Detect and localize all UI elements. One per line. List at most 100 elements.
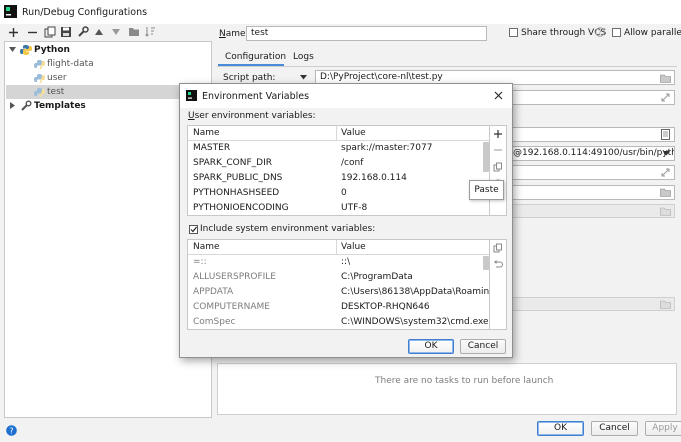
table-row[interactable]: COMPUTERNAME DESKTOP-RHQN646 [188, 300, 489, 315]
add-icon[interactable] [493, 129, 503, 139]
empty-tasks-text: There are no tasks to run before launch [375, 376, 554, 386]
var-value: 192.168.0.114 [341, 173, 407, 183]
var-value: UTF-8 [341, 203, 368, 213]
user-vars-label: User environment variables: [188, 111, 316, 121]
dialog-cancel-button[interactable]: Cancel [460, 339, 506, 354]
window-title-bar: Run/Debug Configurations [0, 0, 681, 24]
chevron-right-icon[interactable] [10, 102, 16, 109]
table-header: Name Value [188, 126, 489, 141]
save-icon[interactable] [60, 26, 72, 38]
folder-icon[interactable] [128, 26, 140, 37]
column-header-name: Name [193, 242, 220, 252]
var-name: =:: [193, 257, 207, 267]
allow-parallel-checkbox[interactable] [612, 28, 621, 37]
table-row[interactable]: APPDATA C:\Users\86138\AppData\Roaming [188, 285, 489, 300]
allow-parallel-label: Allow parallel r [624, 28, 681, 38]
var-name: SPARK_CONF_DIR [193, 158, 272, 168]
dialog-title: Environment Variables [202, 91, 310, 102]
chevron-down-icon[interactable] [9, 47, 16, 53]
tab-divider [217, 66, 677, 67]
table-row[interactable]: ComSpec C:\WINDOWS\system32\cmd.exe [188, 315, 489, 329]
copy-icon[interactable] [44, 26, 56, 38]
check-icon [190, 226, 197, 233]
column-divider [336, 240, 337, 255]
var-value: C:\Users\86138\AppData\Roaming [341, 287, 490, 297]
dialog-ok-button[interactable]: OK [408, 339, 454, 354]
tree-toolbar [0, 24, 215, 41]
cancel-button[interactable]: Cancel [591, 421, 638, 436]
python-file-icon [34, 60, 45, 69]
table-row[interactable]: MASTER spark://master:7077 [188, 141, 489, 156]
var-name: SPARK_PUBLIC_DNS [193, 173, 283, 183]
remove-icon[interactable] [493, 145, 503, 155]
system-vars-table[interactable]: Name Value =::::\ ALLUSERSPROFILE C:\Prog… [187, 239, 490, 330]
column-header-value: Value [341, 242, 366, 252]
svg-text:?: ? [9, 427, 13, 436]
table-row[interactable]: PYTHONHASHSEED 0 [188, 186, 489, 201]
scrollbar[interactable] [483, 142, 489, 172]
expand-icon[interactable] [661, 93, 670, 102]
table-row[interactable]: =::::\ [188, 255, 489, 270]
var-name: ALLUSERSPROFILE [193, 272, 276, 282]
var-value: 0 [341, 188, 347, 198]
remove-icon[interactable] [27, 27, 38, 38]
table-row[interactable]: ALLUSERSPROFILE C:\ProgramData [188, 270, 489, 285]
chevron-down-icon[interactable] [663, 151, 670, 156]
tab-logs[interactable]: Logs [293, 52, 314, 62]
apply-button[interactable]: Apply [645, 421, 681, 436]
table-row[interactable]: SPARK_CONF_DIR/conf [188, 156, 489, 171]
chevron-down-icon[interactable] [300, 75, 307, 80]
column-divider [336, 126, 337, 141]
undo-icon[interactable] [493, 259, 503, 269]
user-vars-table[interactable]: Name Value MASTER spark://master:7077 SPA… [187, 125, 490, 216]
help-icon[interactable]: ? [595, 27, 605, 37]
share-vcs-checkbox[interactable] [509, 28, 518, 37]
environment-variables-dialog: Environment Variables User environment v… [179, 83, 513, 358]
table-row[interactable]: SPARK_PUBLIC_DNS 192.168.0.114 [188, 171, 489, 186]
paste-tooltip: Paste [469, 180, 504, 200]
system-vars-side-toolbar [490, 239, 507, 330]
pycharm-logo-icon [186, 90, 197, 101]
before-launch-list[interactable]: There are no tasks to run before launch [217, 363, 677, 415]
tree-item-python[interactable]: Python [6, 43, 211, 57]
python-icon [20, 45, 32, 55]
var-name: ComSpec [193, 317, 236, 327]
document-icon[interactable] [661, 129, 670, 140]
scrollbar[interactable] [483, 256, 489, 270]
help-icon[interactable]: ? [6, 425, 17, 436]
tab-configuration[interactable]: Configuration [225, 52, 286, 62]
move-down-icon[interactable] [111, 28, 121, 36]
column-header-value: Value [341, 128, 366, 138]
folder-icon[interactable] [660, 300, 671, 309]
tree-item-label: test [47, 87, 65, 97]
include-system-checkbox[interactable] [189, 225, 198, 234]
var-value: /conf [341, 158, 364, 168]
table-row[interactable]: PYTHONIOENCODING UTF-8 [188, 201, 489, 215]
add-icon[interactable] [8, 27, 19, 38]
svg-text:?: ? [598, 29, 602, 37]
copy-icon[interactable] [493, 162, 503, 172]
var-value: DESKTOP-RHQN646 [341, 302, 430, 312]
tree-item-flight-data[interactable]: flight-data [6, 57, 211, 71]
tree-item-label: Templates [34, 101, 86, 111]
folder-icon[interactable] [660, 74, 671, 83]
window-title: Run/Debug Configurations [22, 7, 148, 18]
var-name: MASTER [193, 143, 231, 153]
expand-icon[interactable] [661, 168, 670, 177]
copy-icon[interactable] [493, 243, 503, 253]
folder-icon[interactable] [660, 207, 671, 216]
var-name: PYTHONIOENCODING [193, 203, 289, 213]
var-value: ::\ [341, 257, 351, 267]
folder-icon[interactable] [660, 188, 671, 197]
script-path-label: Script path: [223, 73, 276, 83]
name-input[interactable]: test [246, 26, 487, 41]
wrench-icon[interactable] [77, 26, 89, 38]
column-header-name: Name [193, 128, 220, 138]
close-icon[interactable] [494, 91, 503, 100]
ok-button[interactable]: OK [537, 421, 584, 436]
var-name: APPDATA [193, 287, 234, 297]
move-up-icon[interactable] [94, 28, 104, 36]
sort-icon[interactable] [145, 26, 156, 38]
python-file-icon [34, 88, 45, 97]
pycharm-logo-icon [4, 5, 17, 18]
